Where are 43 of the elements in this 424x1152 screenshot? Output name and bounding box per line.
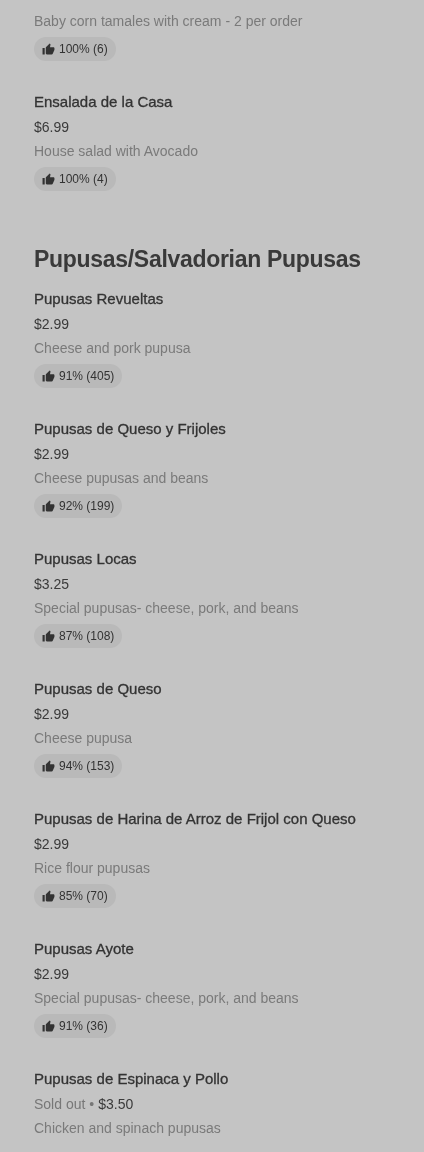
rating-text: 91% (36) bbox=[59, 1019, 108, 1033]
item-description: Special pupusas- cheese, pork, and beans bbox=[34, 599, 300, 618]
rating-text: 92% (199) bbox=[59, 499, 115, 513]
thumbs-up-icon bbox=[42, 759, 55, 773]
item-description: Rice flour pupusas bbox=[34, 859, 151, 878]
item-price: $2.99 bbox=[34, 965, 70, 984]
item-description: Cheese pupusas and beans bbox=[34, 469, 210, 488]
item-price: $3.25 bbox=[34, 575, 70, 594]
rating-text: 85% (70) bbox=[59, 889, 108, 903]
item-description: Cheese pupusa bbox=[34, 729, 134, 748]
thumbs-up-icon bbox=[42, 499, 55, 513]
thumbs-up-icon bbox=[42, 1019, 55, 1033]
rating-text: 87% (108) bbox=[59, 629, 115, 643]
item-name[interactable]: Pupusas de Queso y Frijoles bbox=[34, 417, 408, 441]
item-price: $6.99 bbox=[34, 118, 70, 137]
sold-out-label: Sold out • bbox=[34, 1095, 95, 1114]
item-price: $2.99 bbox=[34, 445, 70, 464]
item-name[interactable]: Pupusas de Espinaca y Pollo bbox=[34, 1067, 408, 1091]
item-price: $3.50 bbox=[98, 1095, 134, 1114]
rating-text: 91% (405) bbox=[59, 369, 115, 383]
thumbs-up-icon bbox=[42, 889, 55, 903]
rating-text: 94% (153) bbox=[59, 759, 115, 773]
item-price: $2.99 bbox=[34, 315, 70, 334]
item-description: Special pupusas- cheese, pork, and beans bbox=[34, 989, 300, 1008]
section-heading: Pupusas/Salvadorian Pupusas bbox=[34, 245, 362, 274]
thumbs-up-icon bbox=[42, 369, 55, 383]
item-name[interactable]: Pupusas de Queso bbox=[34, 677, 408, 701]
item-name[interactable]: Pupusas de Harina de Arroz de Frijol con Queso bbox=[34, 807, 408, 831]
item-description: Chicken and spinach pupusas bbox=[34, 1119, 222, 1138]
thumbs-up-icon bbox=[42, 42, 55, 56]
item-name[interactable]: Pupusas Locas bbox=[34, 547, 408, 571]
rating-text: 100% (4) bbox=[59, 172, 108, 186]
item-name[interactable]: Pupusas Revueltas bbox=[34, 287, 408, 311]
thumbs-up-icon bbox=[42, 629, 55, 643]
item-description: Cheese and pork pupusa bbox=[34, 339, 192, 358]
rating-text: 100% (6) bbox=[59, 42, 108, 56]
item-name[interactable]: Ensalada de la Casa bbox=[34, 90, 408, 114]
thumbs-up-icon bbox=[42, 172, 55, 186]
item-description: Baby corn tamales with cream - 2 per order bbox=[34, 12, 304, 31]
item-description: House salad with Avocado bbox=[34, 142, 199, 161]
item-name[interactable]: Pupusas Ayote bbox=[34, 937, 408, 961]
item-price: $2.99 bbox=[34, 835, 70, 854]
item-price: $2.99 bbox=[34, 705, 70, 724]
